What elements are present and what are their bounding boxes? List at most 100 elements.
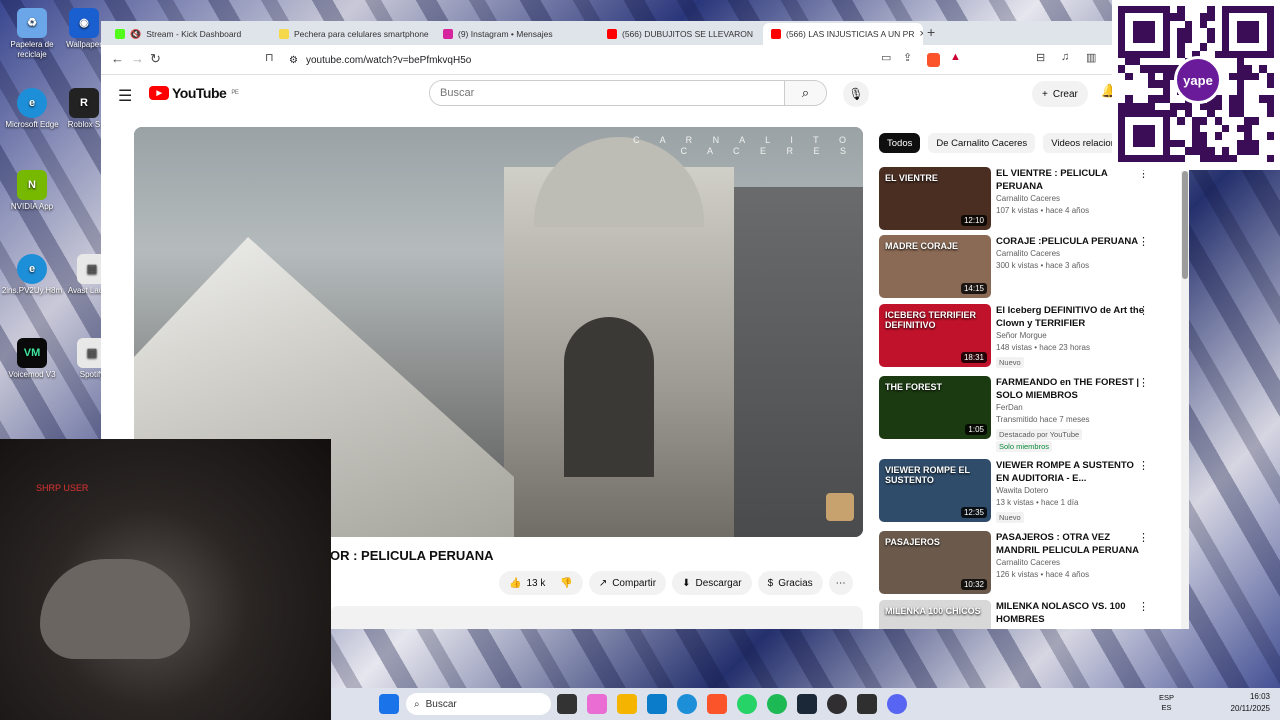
youtube-logo[interactable]: ▶ YouTube PE [149, 85, 239, 101]
more-options-icon[interactable]: ⋮ [1138, 600, 1149, 613]
back-icon[interactable]: ← [111, 51, 124, 66]
copilot-icon[interactable] [587, 694, 607, 714]
chip-all[interactable]: Todos [879, 133, 921, 153]
like-button[interactable]: 👍 13 k 👎 [499, 571, 583, 595]
recommendation-title[interactable]: MILENKA NOLASCO VS. 100 HOMBRES [996, 600, 1146, 626]
scrollbar[interactable] [1181, 171, 1189, 629]
recommendation-item[interactable]: MADRE CORAJE 14:15 CORAJE :PELICULA PERUAN… [879, 235, 1179, 299]
recommendation-item[interactable]: ICEBERG TERRIFIER DEFINITIVO 18:31 El Iceb… [879, 304, 1179, 368]
qr-module [1236, 43, 1245, 51]
share-button[interactable]: ↗ Compartir [588, 571, 667, 595]
dislike-icon[interactable]: 👎 [560, 578, 572, 589]
qr-module [1125, 102, 1133, 110]
more-options-icon[interactable]: ⋮ [1138, 304, 1149, 317]
qr-module [1199, 13, 1208, 21]
recommendation-channel[interactable]: FerDan [996, 402, 1146, 414]
tab-instagram[interactable]: (9) Instagram • Mensajes [435, 23, 595, 45]
close-tab-icon[interactable]: × [919, 28, 923, 40]
brave-rewards-icon[interactable]: ▲ [950, 51, 961, 63]
bookmark-icon[interactable]: ⊓ [265, 51, 274, 64]
qr-module [1199, 43, 1208, 51]
taskbar-search[interactable]: ⌕ Buscar [406, 693, 551, 715]
spotify-icon[interactable] [767, 694, 787, 714]
recommendation-title[interactable]: El Iceberg DEFINITIVO de Art the Clown y… [996, 304, 1146, 330]
recommendation-title[interactable]: VIEWER ROMPE A SUSTENTO EN AUDITORIA - E… [996, 459, 1146, 485]
clock[interactable]: 16:03 20/11/2025 [1231, 691, 1270, 715]
thanks-button[interactable]: $ Gracias [757, 571, 823, 595]
recommendation-title[interactable]: CORAJE :PELICULA PERUANA [996, 235, 1146, 248]
chip-channel[interactable]: De Carnalito Caceres [928, 133, 1036, 153]
search-input[interactable] [430, 81, 784, 105]
recommendation-item[interactable]: EL VIENTRE 12:10 EL VIENTRE : PELICULA PER… [879, 167, 1179, 231]
recommendation-title[interactable]: FARMEANDO en THE FOREST | SOLO MIEMBROS [996, 376, 1146, 402]
create-button[interactable]: + Crear [1032, 81, 1088, 107]
qr-module [1229, 124, 1237, 133]
recommendation-channel[interactable]: Carnalito Caceres [996, 557, 1146, 569]
more-options-icon[interactable]: ⋮ [1138, 459, 1149, 472]
video-thumbnail[interactable]: MADRE CORAJE 14:15 [879, 235, 991, 298]
desktop-icon-voicemod[interactable]: VM Voicemod V3 [0, 338, 64, 380]
download-button[interactable]: ⬇ Descargar [672, 571, 752, 595]
tab-youtube-dubujitos[interactable]: (566) DUBUJITOS SE LLEVARON [599, 23, 759, 45]
more-options-icon[interactable]: ⋮ [1138, 376, 1149, 389]
recommendation-item[interactable]: THE FOREST 1:05 FARMEANDO en THE FOREST | … [879, 376, 1179, 452]
sidebar-icon[interactable]: ▥ [1086, 51, 1096, 64]
more-options-icon[interactable]: ⋮ [1138, 531, 1149, 544]
video-thumbnail[interactable]: EL VIENTRE 12:10 [879, 167, 991, 230]
video-thumbnail[interactable]: ICEBERG TERRIFIER DEFINITIVO 18:31 [879, 304, 991, 367]
desktop-icon-nvidia[interactable]: N NVIDIA App [0, 170, 64, 212]
site-info-icon[interactable]: ⚙ [289, 55, 298, 66]
app-icon[interactable] [857, 694, 877, 714]
start-icon[interactable] [379, 694, 399, 714]
video-thumbnail[interactable]: PASAJEROS 10:32 [879, 531, 991, 594]
recommendation-item[interactable]: VIEWER ROMPE EL SUSTENTO 12:35 VIEWER ROMP… [879, 459, 1179, 523]
more-options-icon[interactable]: ⋮ [1138, 235, 1149, 248]
qr-module [1177, 117, 1185, 125]
brave-shield-icon[interactable] [927, 53, 940, 67]
search-button[interactable]: ⌕ [784, 81, 826, 105]
reload-icon[interactable]: ↻ [150, 51, 161, 67]
tab-youtube-active[interactable]: (566) LAS INJUSTICIAS A UN PR × [763, 23, 923, 45]
recommendation-channel[interactable]: Carnalito Caceres [996, 248, 1146, 260]
edge-icon[interactable] [677, 694, 697, 714]
video-thumbnail[interactable]: MILENKA 100 CHICOS [879, 600, 991, 629]
recommendation-channel[interactable]: Carnalito Caceres [996, 193, 1146, 205]
task-view-icon[interactable] [557, 694, 577, 714]
scrollbar-thumb[interactable] [1182, 171, 1188, 279]
more-icon: ⋯ [835, 577, 846, 589]
playlist-icon[interactable]: ♫ [1061, 51, 1069, 63]
new-tab-icon[interactable]: + [927, 24, 935, 40]
desktop-icon-edge-shortcut[interactable]: e 2ins.PV2Uy.H8m [0, 254, 64, 296]
recommendation-title[interactable]: EL VIENTRE : PELICULA PERUANA [996, 167, 1146, 193]
qr-module [1118, 13, 1126, 21]
qr-module [1259, 65, 1267, 73]
file-explorer-icon[interactable] [617, 694, 637, 714]
whatsapp-icon[interactable] [737, 694, 757, 714]
tab-search-icon[interactable]: ⊟ [1036, 51, 1045, 64]
brave-icon[interactable] [707, 694, 727, 714]
cast-icon[interactable]: ▭ [881, 51, 891, 64]
sidebar-chips: Todos De Carnalito Caceres Videos relaci… [879, 133, 1124, 153]
share-icon[interactable]: ⇪ [903, 51, 912, 64]
recommendation-channel[interactable]: Señor Morgue [996, 330, 1146, 342]
tab-kick[interactable]: 🔇 Stream - Kick Dashboard [107, 23, 267, 45]
video-thumbnail[interactable]: THE FOREST 1:05 [879, 376, 991, 439]
language-indicator[interactable]: ESP ES [1159, 693, 1174, 713]
video-thumbnail[interactable]: VIEWER ROMPE EL SUSTENTO 12:35 [879, 459, 991, 522]
discord-icon[interactable] [887, 694, 907, 714]
more-actions-button[interactable]: ⋯ [828, 571, 853, 595]
forward-icon[interactable]: → [131, 51, 144, 66]
steam-icon[interactable] [797, 694, 817, 714]
voice-search-button[interactable]: 🎙 [843, 81, 869, 107]
description-box[interactable] [330, 606, 863, 629]
recommendation-item[interactable]: PASAJEROS 10:32 PASAJEROS : OTRA VEZ MANDR… [879, 531, 1179, 595]
channel-avatar-overlay[interactable] [826, 493, 854, 521]
recommendation-channel[interactable]: Wawita Dotero [996, 485, 1146, 497]
menu-icon[interactable]: ☰ [118, 86, 132, 106]
tab-pechera[interactable]: Pechera para celulares smartphone [271, 23, 431, 45]
taskbar: ⌕ Buscar ESP ES 16:03 20/11/2025 [331, 688, 1280, 720]
recommendation-title[interactable]: PASAJEROS : OTRA VEZ MANDRIL PELICULA PE… [996, 531, 1146, 557]
recommendation-item[interactable]: MILENKA 100 CHICOS MILENKA NOLASCO VS. 10… [879, 600, 1179, 629]
obs-icon[interactable] [827, 694, 847, 714]
store-icon[interactable] [647, 694, 667, 714]
